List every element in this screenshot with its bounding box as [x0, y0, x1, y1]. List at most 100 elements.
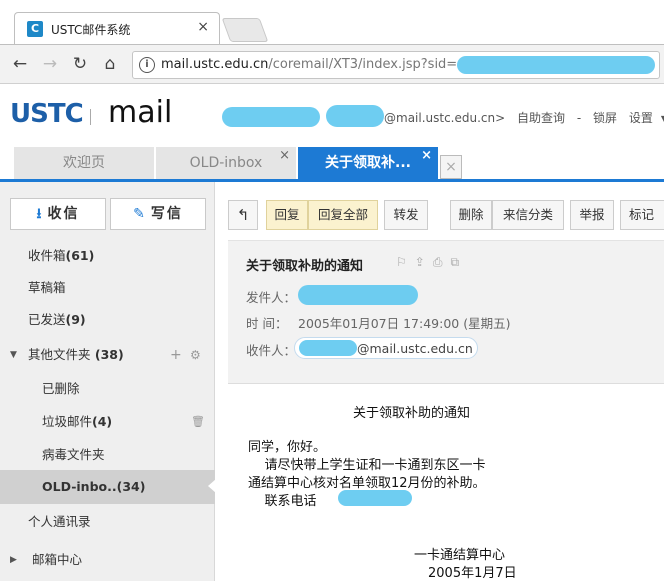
new-tab-button[interactable] — [221, 18, 269, 42]
mark-button[interactable]: 标记 — [620, 200, 664, 230]
folder-other[interactable]: ▼ 其他文件夹 (38) + ⚙ — [0, 339, 215, 371]
reply-all-button[interactable]: 回复全部 — [308, 200, 378, 230]
self-service-link[interactable]: 自助查询 — [517, 111, 565, 125]
back-to-list-button[interactable]: ↰ — [228, 200, 258, 230]
time-label: 时 间： — [246, 316, 288, 331]
trash-icon[interactable]: 🗑 — [191, 406, 205, 438]
folder-name: 病毒文件夹 — [42, 447, 105, 462]
body-greeting: 同学，你好。 — [248, 440, 327, 455]
redacted-phone — [338, 490, 412, 506]
tab-label: 关于领取补... — [325, 155, 411, 171]
folder-old-inbox[interactable]: OLD-inbo..(34) — [0, 470, 216, 504]
url-path: /coremail/XT3/index.jsp?sid= — [268, 57, 458, 72]
expand-triangle-icon[interactable]: ▶ — [10, 544, 17, 576]
user-links: @mail.ustc.edu.cn> 自助查询 - 锁屏 设置 ▾ — [384, 109, 664, 126]
folder-name: 草稿箱 — [28, 280, 66, 295]
browser-tab[interactable]: C USTC邮件系统 × — [14, 12, 220, 44]
redacted-username-2 — [326, 105, 384, 127]
folder-label: 收件箱(61) — [28, 240, 94, 272]
folder-sidebar: ⭳ 收信 ✎ 写信 收件箱(61) 草稿箱 已发送(9) ▼ 其他文件夹 (38) … — [0, 182, 216, 581]
message-body: 关于领取补助的通知 同学，你好。 请尽快带上学生证和一卡通到东区一卡 通结算中心… — [228, 392, 664, 582]
lock-screen-link[interactable]: 锁屏 — [593, 111, 617, 125]
folder-contacts[interactable]: 个人通讯录 — [0, 506, 215, 538]
folder-virus[interactable]: 病毒文件夹 — [0, 439, 215, 471]
reply-button[interactable]: 回复 — [266, 200, 308, 230]
site-info-icon[interactable]: i — [139, 57, 155, 73]
tab-close-icon[interactable]: × — [421, 140, 432, 172]
collapse-triangle-icon[interactable]: ▼ — [10, 339, 17, 371]
folder-sent[interactable]: 已发送(9) — [0, 304, 215, 336]
folder-deleted[interactable]: 已删除 — [0, 373, 215, 405]
folder-count: (9) — [65, 312, 86, 327]
settings-link[interactable]: 设置 ▾ — [629, 111, 664, 125]
time-value: 2005年01月07日 17:49:00 (星期五) — [298, 316, 511, 331]
mail-tab-bar: 欢迎页 OLD-inbox × 关于领取补... × × — [0, 147, 664, 182]
mail-logo-word: mail — [108, 95, 173, 130]
forward-arrow-icon[interactable]: → — [40, 54, 60, 74]
folder-count: (34) — [116, 479, 146, 494]
redacted-sender[interactable] — [298, 285, 418, 305]
folder-label: OLD-inbo..(34) — [42, 470, 145, 504]
tab-old-inbox[interactable]: OLD-inbox × — [156, 147, 296, 179]
report-button[interactable]: 举报 — [570, 200, 614, 230]
home-icon[interactable]: ⌂ — [100, 54, 120, 74]
message-subject: 关于领取补助的通知 — [246, 259, 364, 274]
tab-close-icon[interactable]: × — [197, 19, 209, 35]
tab-welcome[interactable]: 欢迎页 — [14, 147, 154, 179]
folder-label: 已发送(9) — [28, 304, 86, 336]
browser-toolbar: ← → ↻ ⌂ i mail.ustc.edu.cn/coremail/XT3/… — [0, 44, 664, 84]
tab-current-message[interactable]: 关于领取补... × — [298, 147, 438, 179]
compose-label: 写信 — [150, 206, 183, 222]
ustc-logo: USTC — [10, 99, 84, 129]
body-line-1: 请尽快带上学生证和一卡通到东区一卡 — [248, 458, 486, 473]
message-action-icons: ⚐⇪⎙⧉ — [396, 255, 467, 270]
recipient-domain: @mail.ustc.edu.cn — [357, 341, 473, 356]
link-separator: - — [576, 111, 582, 125]
folder-inbox[interactable]: 收件箱(61) — [0, 240, 215, 272]
tab-close-icon[interactable]: × — [279, 140, 290, 172]
url-host: mail.ustc.edu.cn — [161, 57, 269, 72]
classify-button[interactable]: 来信分类 — [492, 200, 564, 230]
signature-org: 一卡通结算中心 — [414, 548, 506, 563]
back-arrow-icon[interactable]: ← — [10, 54, 30, 74]
settings-label: 设置 — [628, 111, 653, 125]
to-label: 收件人： — [246, 343, 297, 358]
export-icon[interactable]: ⇪ — [415, 255, 433, 269]
new-window-icon[interactable]: ⧉ — [450, 255, 467, 269]
folder-count: (38) — [90, 347, 124, 362]
receive-label: 收信 — [47, 206, 80, 222]
compose-button[interactable]: ✎ 写信 — [110, 198, 206, 230]
compose-row: ⭳ 收信 ✎ 写信 — [10, 198, 208, 230]
user-email-domain: @mail.ustc.edu.cn> — [384, 111, 506, 125]
tab-placeholder-close-icon[interactable]: × — [440, 155, 462, 179]
redacted-recipient — [299, 340, 357, 356]
redacted-url-part — [457, 56, 655, 74]
body-title: 关于领取补助的通知 — [353, 406, 471, 421]
edit-icon: ✎ — [133, 206, 147, 222]
folder-count: (4) — [92, 414, 113, 429]
folder-name: 已发送 — [28, 312, 66, 327]
message-pane: ↰ 回复 回复全部 转发 删除 来信分类 举报 标记 关于领取补助的通知 ⚐⇪⎙… — [216, 182, 664, 581]
body-line-2: 通结算中心核对名单领取12月份的补助。 — [248, 476, 486, 491]
folder-label: 垃圾邮件(4) — [42, 406, 112, 438]
from-label: 发件人： — [246, 290, 297, 305]
logo-divider — [90, 109, 91, 125]
folder-spam[interactable]: 垃圾邮件(4) 🗑 — [0, 406, 215, 438]
folder-name: 邮箱中心 — [32, 552, 83, 567]
address-bar[interactable]: i mail.ustc.edu.cn/coremail/XT3/index.js… — [132, 51, 660, 79]
reload-icon[interactable]: ↻ — [70, 54, 90, 74]
recipient-pill[interactable]: @mail.ustc.edu.cn — [294, 337, 478, 359]
folder-name: 个人通讯录 — [28, 514, 91, 529]
download-icon: ⭳ — [36, 206, 44, 222]
print-icon[interactable]: ⎙ — [433, 255, 451, 269]
flag-icon[interactable]: ⚐ — [396, 255, 415, 269]
folder-mailbox-center[interactable]: ▶ 邮箱中心 — [0, 544, 215, 576]
coremail-favicon-icon: C — [27, 21, 43, 37]
folder-drafts[interactable]: 草稿箱 — [0, 272, 215, 304]
add-folder-icon[interactable]: + — [170, 339, 182, 371]
receive-button[interactable]: ⭳ 收信 — [10, 198, 106, 230]
folder-name: 已删除 — [42, 381, 80, 396]
gear-icon[interactable]: ⚙ — [190, 339, 201, 371]
forward-button[interactable]: 转发 — [384, 200, 428, 230]
delete-button[interactable]: 删除 — [450, 200, 492, 230]
